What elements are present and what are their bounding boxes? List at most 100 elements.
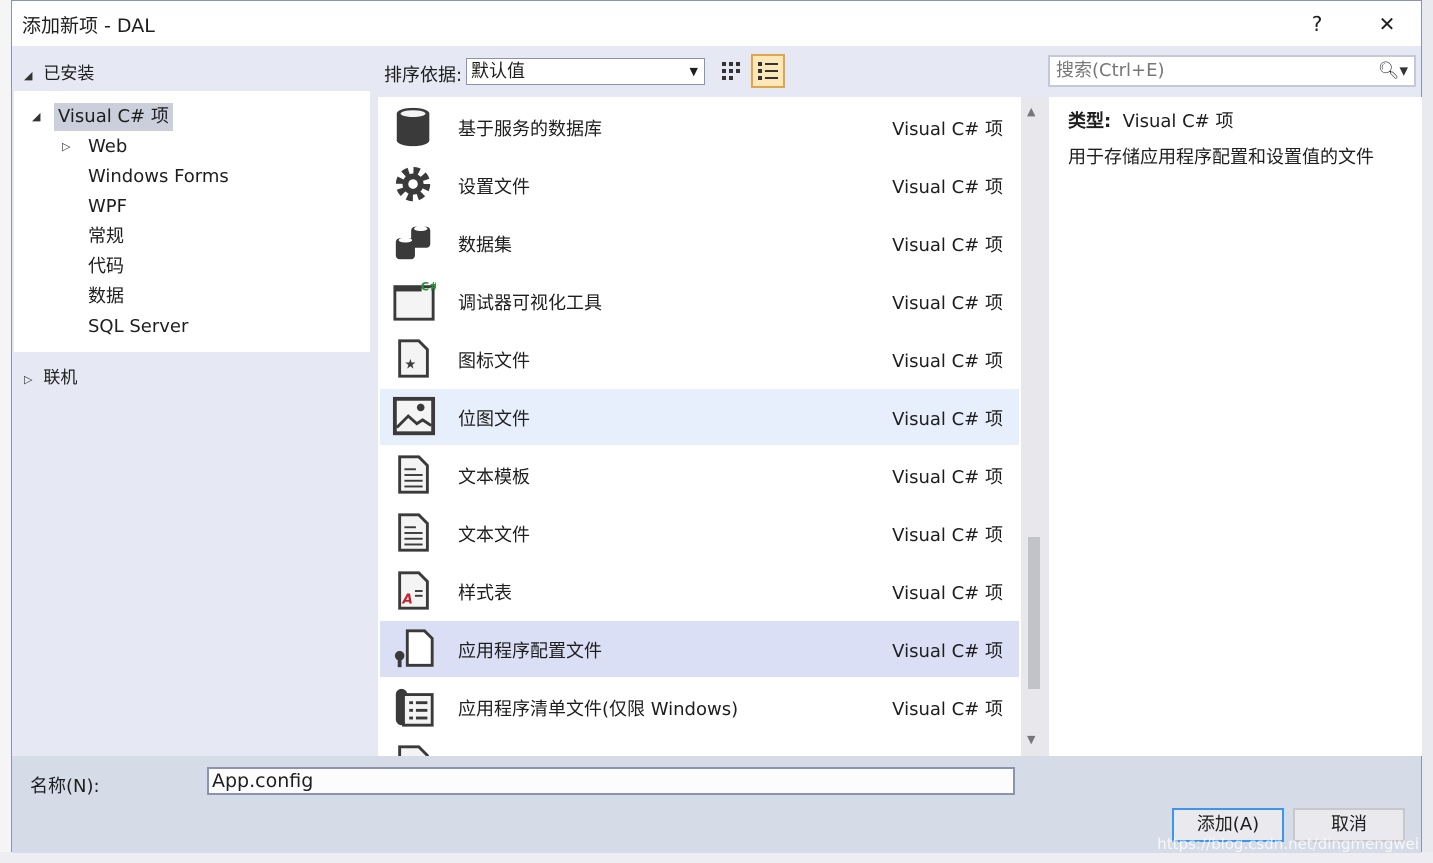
item-name: 位图文件 [458,409,530,430]
gear-icon [395,166,431,202]
item-name: 文本模板 [458,467,530,488]
list-item[interactable]: 文本模板 Visual C# 项 [380,447,1019,503]
item-name: 调试器可视化工具 [458,293,602,314]
dataset-icon [395,226,431,260]
help-button[interactable]: ? [1302,9,1332,39]
text-document-icon [398,455,429,494]
scroll-thumb[interactable] [1028,537,1040,689]
tree-item[interactable]: ▷ Web [62,133,131,161]
expand-triangle-icon[interactable]: ▷ [62,133,76,161]
detail-description: 用于存储应用程序配置和设置值的文件 [1068,147,1374,168]
search-input[interactable]: 搜索(Ctrl+E) 🔍︎▾ [1048,55,1416,87]
add-new-item-dialog: 添加新项 - DAL ? ✕ ◢ 已安装 ◢ Visual C# 项 ▷ Web Win… [11,0,1422,853]
list-scrollbar[interactable]: ▲ ▼ [1021,97,1047,756]
tree-item-label: Visual C# 项 [58,106,169,127]
list-item[interactable]: 数据集 Visual C# 项 [380,215,1019,271]
item-type: Visual C# 项 [892,119,1003,140]
list-item-partial[interactable] [380,737,1019,756]
type-label: 类型: [1068,111,1112,132]
online-label: 联机 [43,368,78,388]
list-view-icon [758,62,778,80]
item-name: 文本文件 [458,525,530,546]
tree-item[interactable]: Windows Forms [84,163,233,191]
close-button[interactable]: ✕ [1372,9,1402,39]
list-item[interactable]: 位图文件 Visual C# 项 [380,389,1019,445]
tree-item[interactable]: 代码 [84,253,128,281]
type-value: Visual C# 项 [1122,111,1234,132]
item-name: 设置文件 [458,177,530,198]
tree-item[interactable]: ◢ Visual C# 项 [32,103,173,131]
svg-text:C#: C# [421,279,436,293]
list-item[interactable]: C# 调试器可视化工具 Visual C# 项 [380,273,1019,329]
item-name: 样式表 [458,583,512,604]
collapse-triangle-icon: ◢ [24,69,33,82]
chevron-down-icon: ▼ [689,65,698,78]
stylesheet-icon: A [398,571,429,610]
watermark: https://blog.csdn.net/dingmengwei [1157,835,1419,853]
background-ide [0,0,11,863]
item-type: Visual C# 项 [892,409,1003,430]
database-icon [396,107,430,147]
tree-item[interactable]: SQL Server [84,313,192,341]
tree-item-label: 代码 [88,256,124,277]
name-input[interactable]: App.config [207,767,1015,795]
item-name: 基于服务的数据库 [458,119,602,140]
list-item[interactable]: A 样式表 Visual C# 项 [380,563,1019,619]
background-statusbar [0,852,1433,863]
tree-item[interactable]: WPF [84,193,131,221]
tree-item[interactable]: 数据 [84,283,128,311]
scroll-down-icon[interactable]: ▼ [1027,733,1035,746]
installed-header[interactable]: ◢ 已安装 [24,59,94,84]
collapse-triangle-icon[interactable]: ◢ [32,103,46,131]
sort-value: 默认值 [471,61,525,82]
svg-text:A: A [402,592,413,607]
item-type: Visual C# 项 [892,583,1003,604]
item-type: Visual C# 项 [892,293,1003,314]
tree-item-label: 常规 [88,226,124,247]
list-item[interactable]: 应用程序配置文件 Visual C# 项 [380,621,1019,677]
item-name: 应用程序清单文件(仅限 Windows) [458,699,739,720]
tree-item-label: 数据 [88,286,124,307]
item-name: 图标文件 [458,351,530,372]
sort-label: 排序依据: [384,65,463,86]
document-icon [398,745,429,756]
list-item[interactable]: 设置文件 Visual C# 项 [380,157,1019,213]
item-type: Visual C# 项 [892,525,1003,546]
category-tree: ◢ Visual C# 项 ▷ Web Windows Forms WPF 常规代码数据 SQ… [14,91,370,352]
text-document-icon [398,513,429,552]
online-header[interactable]: ▷ 联机 [24,363,77,388]
item-name: 数据集 [458,235,512,256]
background-ide-right [1422,0,1433,863]
sort-dropdown[interactable]: 默认值 ▼ [466,58,705,85]
window-csharp-icon: C# [393,279,436,321]
icon-file-icon: ★ [398,339,429,378]
item-type: Visual C# 项 [892,467,1003,488]
item-type: Visual C# 项 [892,351,1003,372]
manifest-icon [395,688,434,727]
name-label: 名称(N): [30,776,100,797]
list-item[interactable]: 应用程序清单文件(仅限 Windows) Visual C# 项 [380,679,1019,735]
template-list: 基于服务的数据库 Visual C# 项 设置文件 Visual C# 项 数据… [378,97,1021,756]
list-item[interactable]: ★ 图标文件 Visual C# 项 [380,331,1019,387]
tree-item[interactable]: 常规 [84,223,128,251]
dialog-title: 添加新项 - DAL [22,15,155,37]
svg-text:★: ★ [404,358,416,373]
search-icon[interactable]: 🔍︎▾ [1378,57,1408,85]
search-placeholder: 搜索(Ctrl+E) [1056,60,1165,81]
list-view-button[interactable] [751,54,785,88]
image-icon [392,396,436,436]
detail-type: 类型: Visual C# 项 [1068,107,1234,133]
list-item[interactable]: 文本文件 Visual C# 项 [380,505,1019,561]
detail-pane: 类型: Visual C# 项 用于存储应用程序配置和设置值的文件 [1049,97,1422,756]
installed-label: 已安装 [43,64,95,84]
item-type: Visual C# 项 [892,235,1003,256]
grid-view-icon [722,62,740,80]
item-type: Visual C# 项 [892,699,1003,720]
list-item[interactable]: 基于服务的数据库 Visual C# 项 [380,99,1019,155]
title-bar: 添加新项 - DAL ? ✕ [12,1,1421,46]
expand-triangle-icon: ▷ [24,373,33,386]
small-icons-view-button[interactable] [714,54,748,88]
item-type: Visual C# 项 [892,641,1003,662]
item-type: Visual C# 项 [892,177,1003,198]
scroll-up-icon[interactable]: ▲ [1027,105,1035,118]
